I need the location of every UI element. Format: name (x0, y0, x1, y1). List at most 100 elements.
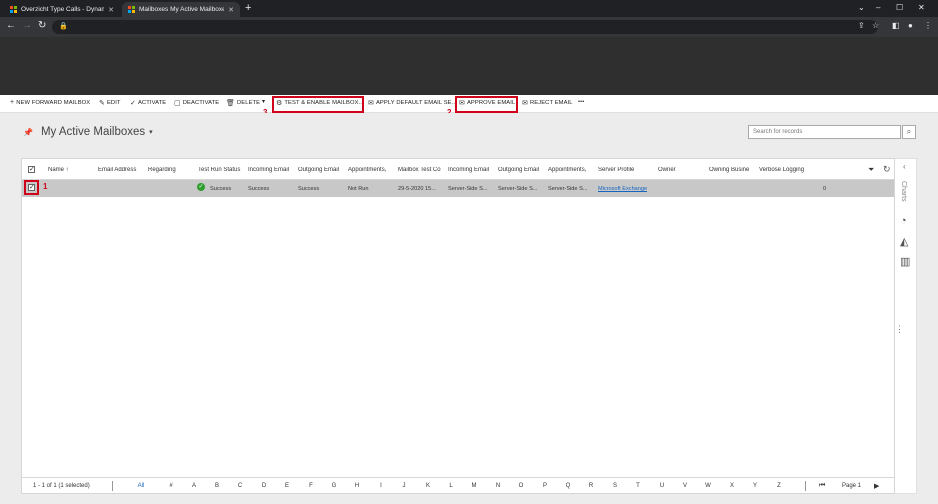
chevron-down-icon: ▾ (149, 129, 153, 136)
divider (112, 481, 113, 491)
jump-letter[interactable]: U (656, 483, 668, 489)
charts-label[interactable]: Charts (900, 181, 907, 202)
jump-letter[interactable]: G (328, 483, 340, 489)
jump-letter[interactable]: Y (749, 483, 761, 489)
trash-icon: 🗑 (226, 100, 235, 107)
column-header-server-profile[interactable]: Server Profile (598, 167, 658, 173)
browser-tab-strip: Overzicht Type Calls - Dynamics 365 ✕ Ma… (0, 0, 938, 17)
jump-letter[interactable]: M (468, 483, 480, 489)
column-header-test-run-status[interactable]: Test Run Status (198, 167, 245, 173)
side-panel-icon[interactable]: ◧ (892, 21, 900, 30)
close-icon[interactable]: ✕ (108, 6, 114, 14)
tab-mailboxes[interactable]: Mailboxes My Active Mailboxes - Microsof… (122, 2, 240, 17)
edit-button[interactable]: ✎ EDIT (99, 99, 121, 107)
annotation-box-row-checkbox (24, 180, 39, 195)
forward-icon[interactable]: → (22, 20, 32, 32)
back-icon[interactable]: ← (6, 20, 16, 32)
jump-letter[interactable]: O (515, 483, 527, 489)
jump-letter[interactable]: V (679, 483, 691, 489)
jump-letter[interactable]: H (351, 483, 363, 489)
column-header-mailbox-test-completed[interactable]: Mailbox Test Co (398, 167, 443, 173)
jump-letter[interactable]: D (258, 483, 270, 489)
column-header-regarding[interactable]: Regarding (148, 167, 194, 173)
success-check-icon: ✓ (197, 183, 205, 191)
column-header-incoming-email[interactable]: Incoming Email (248, 167, 295, 173)
jump-letter[interactable]: R (585, 483, 597, 489)
filter-icon[interactable]: ⏷ (868, 165, 874, 175)
resize-handle-icon[interactable]: ⋮ (895, 324, 904, 335)
server-profile-link[interactable]: Microsoft Exchange (598, 186, 647, 192)
jump-letter[interactable]: I (375, 483, 387, 489)
column-header-appointments-2[interactable]: Appointments, (548, 167, 593, 173)
jump-letter[interactable]: J (398, 483, 410, 489)
tab-overzicht-type-calls[interactable]: Overzicht Type Calls - Dynamics 365 ✕ (4, 2, 120, 17)
area-chart-icon[interactable]: ◭ (900, 235, 908, 248)
jump-letter[interactable]: T (632, 483, 644, 489)
dynamics-logo-icon (10, 6, 17, 13)
column-header-outgoing-email-2[interactable]: Outgoing Email (498, 167, 545, 173)
record-count: 1 - 1 of 1 (1 selected) (33, 483, 90, 489)
tab-title: Overzicht Type Calls - Dynamics 365 (21, 6, 104, 13)
column-header-verbose-logging[interactable]: Verbose Logging (759, 167, 814, 173)
jump-letter[interactable]: A (188, 483, 200, 489)
table-row[interactable]: ✓ Success Success Success Not Run 29-5-2… (22, 180, 894, 197)
column-header-outgoing-email[interactable]: Outgoing Email (298, 167, 345, 173)
jump-letter[interactable]: C (234, 483, 246, 489)
jump-letter[interactable]: K (422, 483, 434, 489)
jump-letter[interactable]: B (211, 483, 223, 489)
jump-letter[interactable]: P (539, 483, 551, 489)
delete-dropdown-chevron-icon[interactable]: ▾ (262, 99, 265, 105)
share-icon[interactable]: ⇪ (858, 21, 865, 30)
jump-letter[interactable]: S (609, 483, 621, 489)
close-icon[interactable]: ✕ (228, 6, 234, 14)
jump-letter[interactable]: X (726, 483, 738, 489)
minimize-icon[interactable]: – (876, 3, 880, 12)
new-forward-mailbox-button[interactable]: + NEW FORWARD MAILBOX (10, 99, 90, 106)
menu-kebab-icon[interactable]: ⋮ (924, 21, 932, 30)
jump-letter[interactable]: W (702, 483, 714, 489)
jump-letter[interactable]: F (305, 483, 317, 489)
search-input[interactable]: Search for records (748, 125, 901, 139)
jump-letter[interactable]: E (281, 483, 293, 489)
deactivate-button[interactable]: ▢ DEACTIVATE (174, 99, 219, 107)
column-header-owning-business-unit[interactable]: Owning Busine (709, 167, 755, 173)
delete-button[interactable]: 🗑 DELETE (226, 99, 260, 107)
cell-outgoing-email: Success (298, 186, 320, 192)
column-header-email-address[interactable]: Email Address (98, 167, 144, 173)
jump-letter[interactable]: L (445, 483, 457, 489)
jump-letter[interactable]: Q (562, 483, 574, 489)
maximize-icon[interactable]: ☐ (896, 3, 903, 12)
reload-icon[interactable]: ↻ (38, 20, 46, 32)
activate-button[interactable]: ✓ ACTIVATE (130, 99, 166, 107)
new-tab-button[interactable]: + (245, 2, 251, 15)
column-header-incoming-email-2[interactable]: Incoming Email (448, 167, 495, 173)
pin-icon[interactable]: 📌 (23, 128, 33, 137)
jump-letter[interactable]: # (165, 483, 177, 489)
select-all-checkbox[interactable] (28, 165, 35, 173)
column-header-owner[interactable]: Owner (658, 167, 704, 173)
bar-chart-icon[interactable]: ▥ (900, 255, 910, 268)
reject-email-button[interactable]: ✉ REJECT EMAIL (522, 99, 573, 107)
refresh-icon[interactable]: ↻ (883, 164, 891, 175)
view-selector[interactable]: 📌 My Active Mailboxes ▾ (23, 126, 153, 138)
tab-search-icon[interactable]: ⌄ (858, 3, 865, 12)
column-header-name[interactable]: Name ↑ (48, 167, 94, 173)
chevron-left-icon[interactable]: ‹ (903, 162, 906, 171)
page-title: My Active Mailboxes (40, 126, 146, 138)
next-page-icon[interactable]: ▶ (874, 482, 879, 490)
apply-default-email-settings-button[interactable]: ✉ APPLY DEFAULT EMAIL SE... (368, 99, 457, 107)
first-page-icon[interactable]: ⏮ (819, 482, 825, 490)
more-commands-icon[interactable]: ••• (578, 99, 584, 105)
jump-letter[interactable]: N (492, 483, 504, 489)
grid-header: Name ↑ Email Address Regarding Test Run … (22, 159, 894, 180)
pie-chart-icon[interactable]: ◔ (900, 215, 907, 227)
column-header-appointments[interactable]: Appointments, (348, 167, 393, 173)
close-window-icon[interactable]: ✕ (918, 3, 925, 12)
jump-letter[interactable]: Z (773, 483, 785, 489)
bookmark-star-icon[interactable]: ☆ (872, 21, 879, 30)
address-bar[interactable]: 🔒 (52, 20, 878, 34)
profile-icon[interactable]: ● (908, 21, 913, 30)
jump-letter-all[interactable]: All (135, 483, 147, 489)
dynamics-logo-icon (128, 6, 135, 13)
search-icon[interactable]: ⌕ (902, 125, 916, 139)
